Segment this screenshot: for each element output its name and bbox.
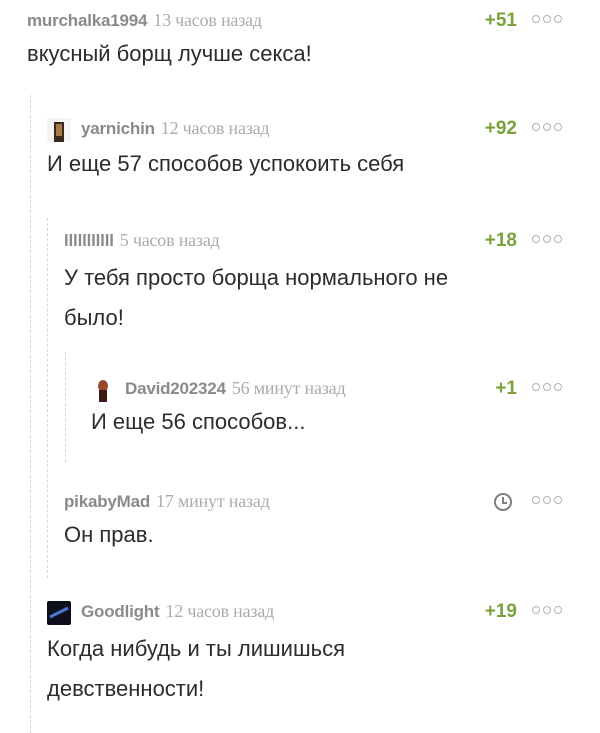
comment: pikabyMad 17 минут назад Он прав. — [64, 491, 562, 561]
more-dots-icon[interactable] — [532, 235, 562, 243]
comment-rating: +51 — [484, 10, 517, 31]
comment-text: И еще 56 способов... — [91, 409, 306, 434]
comment-rating: +18 — [484, 230, 517, 251]
comment-rating: +19 — [484, 601, 517, 622]
comment: murchalka1994 13 часов назад +51 вкусный … — [27, 10, 562, 80]
author-name[interactable]: pikabyMad 17 минут назад — [64, 491, 270, 512]
comment-time[interactable]: 12 часов назад — [161, 118, 270, 138]
more-dots-icon[interactable] — [532, 123, 562, 131]
more-dots-icon[interactable] — [532, 15, 562, 23]
comment-header: David202324 56 минут назад +1 — [91, 378, 562, 404]
more-dots-icon[interactable] — [532, 496, 562, 504]
comment-header: murchalka1994 13 часов назад +51 — [27, 10, 562, 36]
thread-line[interactable] — [47, 218, 48, 578]
thread-line[interactable] — [30, 95, 31, 733]
author-name[interactable]: lllllllllll 5 часов назад — [64, 230, 220, 251]
author-name-text: lllllllllll — [64, 231, 114, 250]
comment-text: У тебя просто борща нормального не — [64, 265, 449, 290]
author-name-text: pikabyMad — [64, 492, 151, 511]
comment-text: Он прав. — [64, 522, 154, 547]
comment-text: Когда нибудь и ты лишишься — [47, 636, 345, 661]
thread-line[interactable] — [65, 352, 66, 462]
comment-time[interactable]: 12 часов назад — [165, 601, 274, 621]
author-name-text: murchalka1994 — [27, 11, 148, 30]
comment-header: Goodlight 12 часов назад +19 — [47, 601, 562, 627]
author-name-text: Goodlight — [81, 602, 160, 621]
avatar[interactable] — [47, 601, 71, 625]
comment-header: lllllllllll 5 часов назад +18 — [64, 230, 562, 256]
author-name[interactable]: David202324 56 минут назад — [125, 378, 346, 399]
comment-text: девственности! — [47, 676, 205, 701]
author-name-text: David202324 — [125, 379, 226, 398]
comment-time[interactable]: 13 часов назад — [153, 10, 262, 30]
more-dots-icon[interactable] — [532, 383, 562, 391]
avatar[interactable] — [47, 118, 71, 142]
comment-rating: +1 — [495, 378, 517, 399]
comment: Goodlight 12 часов назад +19 Когда нибудь… — [47, 601, 562, 711]
comment-time[interactable]: 56 минут назад — [232, 378, 346, 398]
comment-header: pikabyMad 17 минут назад — [64, 491, 562, 517]
comment-time[interactable]: 5 часов назад — [120, 230, 220, 250]
comment: lllllllllll 5 часов назад +18 У тебя прос… — [64, 230, 562, 340]
comment: David202324 56 минут назад +1 И еще 56 сп… — [91, 378, 562, 448]
comment-time[interactable]: 17 минут назад — [156, 491, 270, 511]
comment-text: И еще 57 способов успокоить себя — [47, 151, 405, 176]
comment-text: вкусный борщ лучше секса! — [27, 41, 312, 66]
more-dots-icon[interactable] — [532, 606, 562, 614]
author-name-text: yarnichin — [81, 119, 155, 138]
comment-text: было! — [64, 305, 124, 330]
author-name[interactable]: yarnichin 12 часов назад — [81, 118, 270, 139]
author-name[interactable]: murchalka1994 13 часов назад — [27, 10, 262, 31]
comment-header: yarnichin 12 часов назад +92 — [47, 118, 562, 144]
comment: yarnichin 12 часов назад +92 И еще 57 спо… — [47, 118, 562, 188]
avatar[interactable] — [91, 378, 115, 402]
author-name[interactable]: Goodlight 12 часов назад — [81, 601, 274, 622]
clock-icon[interactable] — [494, 493, 512, 511]
comment-rating: +92 — [484, 118, 517, 139]
